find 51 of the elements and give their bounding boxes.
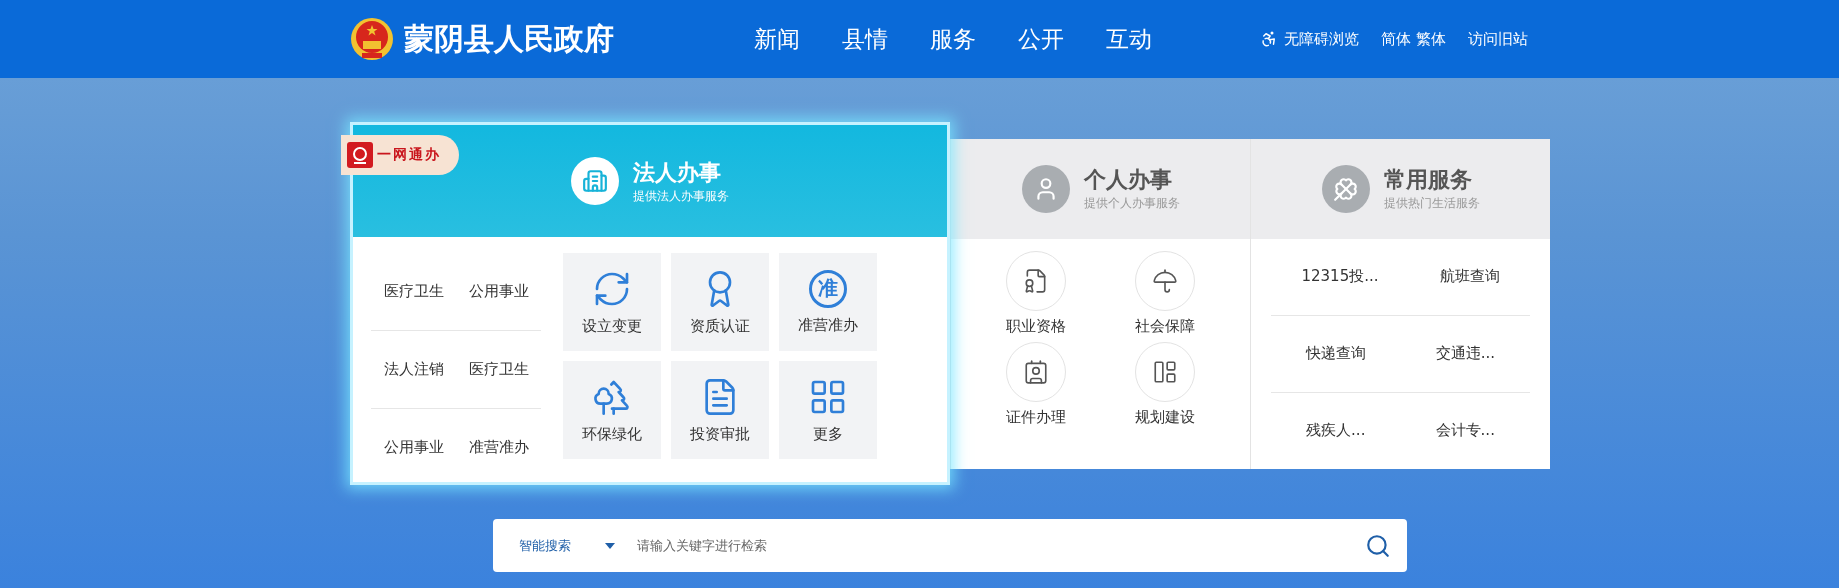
service-link[interactable]: 12315投... xyxy=(1301,267,1379,286)
category-link[interactable]: 准营准办 xyxy=(468,438,529,457)
site-title: 蒙阴县人民政府 xyxy=(404,19,615,58)
service-tile[interactable]: 更多 xyxy=(779,361,877,459)
category-link[interactable]: 医疗卫生 xyxy=(468,360,529,379)
card-subtitle: 提供法人办事服务 xyxy=(633,187,729,205)
card-subtitle: 提供热门生活服务 xyxy=(1383,195,1480,212)
category-link[interactable]: 法人注销 xyxy=(383,360,444,379)
service-link[interactable]: 规划建设 xyxy=(1100,341,1230,427)
card-header[interactable]: 个人办事 提供个人办事服务 xyxy=(951,138,1250,239)
service-tile[interactable]: 投资审批 xyxy=(671,361,769,459)
emblem-icon xyxy=(350,17,394,61)
category-link[interactable]: 医疗卫生 xyxy=(383,282,444,301)
category-link[interactable]: 公用事业 xyxy=(383,438,444,457)
service-tile[interactable]: 环保绿化 xyxy=(563,361,661,459)
wheelchair-icon xyxy=(1260,30,1278,48)
service-link[interactable]: 交通违... xyxy=(1435,344,1496,363)
search-scope-dropdown[interactable]: 智能搜索 xyxy=(519,536,615,555)
service-link[interactable]: 残疾人... xyxy=(1306,421,1366,440)
service-tile[interactable]: 设立变更 xyxy=(563,253,661,351)
badge-title: 一网通办 xyxy=(377,146,441,164)
service-link[interactable]: 社会保障 xyxy=(1100,250,1230,336)
header-icon xyxy=(571,157,619,205)
card-subtitle: 提供个人办事服务 xyxy=(1083,195,1180,212)
nav-link[interactable]: 互动 xyxy=(1106,23,1152,55)
character-icon: 准 xyxy=(809,269,847,308)
nav-link[interactable]: 新闻 xyxy=(754,23,800,55)
nav-link[interactable]: 县情 xyxy=(842,23,888,55)
service-link[interactable]: 快递查询 xyxy=(1305,344,1366,363)
old-site-link[interactable]: 访问旧站 xyxy=(1468,29,1528,49)
service-link[interactable]: 证件办理 xyxy=(971,341,1101,427)
service-link[interactable]: 航班查询 xyxy=(1439,267,1500,286)
nav-link[interactable]: 服务 xyxy=(930,23,976,55)
service-tile[interactable]: 准 准营准办 xyxy=(779,253,877,351)
card-title: 法人办事 xyxy=(633,158,722,187)
caret-icon xyxy=(605,542,615,549)
card-header[interactable]: 常用服务 提供热门生活服务 xyxy=(1251,138,1550,239)
nav-link[interactable]: 公开 xyxy=(1018,23,1064,55)
search-button[interactable] xyxy=(1365,532,1391,559)
service-link[interactable]: 会计专... xyxy=(1435,421,1495,440)
accessibility-link[interactable]: 无障碍浏览 xyxy=(1260,29,1359,49)
card-title: 个人办事 xyxy=(1083,166,1173,194)
language-link[interactable]: 繁体 xyxy=(1416,29,1446,49)
service-tile[interactable]: 资质认证 xyxy=(671,253,769,351)
search-field[interactable]: 智能搜索 请输入关键字进行检索 xyxy=(493,519,1407,572)
card-title: 常用服务 xyxy=(1383,166,1473,194)
category-link[interactable]: 公用事业 xyxy=(468,282,529,301)
link-label: 无障碍浏览 xyxy=(1284,29,1359,49)
service-link[interactable]: 职业资格 xyxy=(971,250,1101,336)
language-link[interactable]: 简体 xyxy=(1381,29,1411,49)
logo-icon xyxy=(347,142,373,168)
